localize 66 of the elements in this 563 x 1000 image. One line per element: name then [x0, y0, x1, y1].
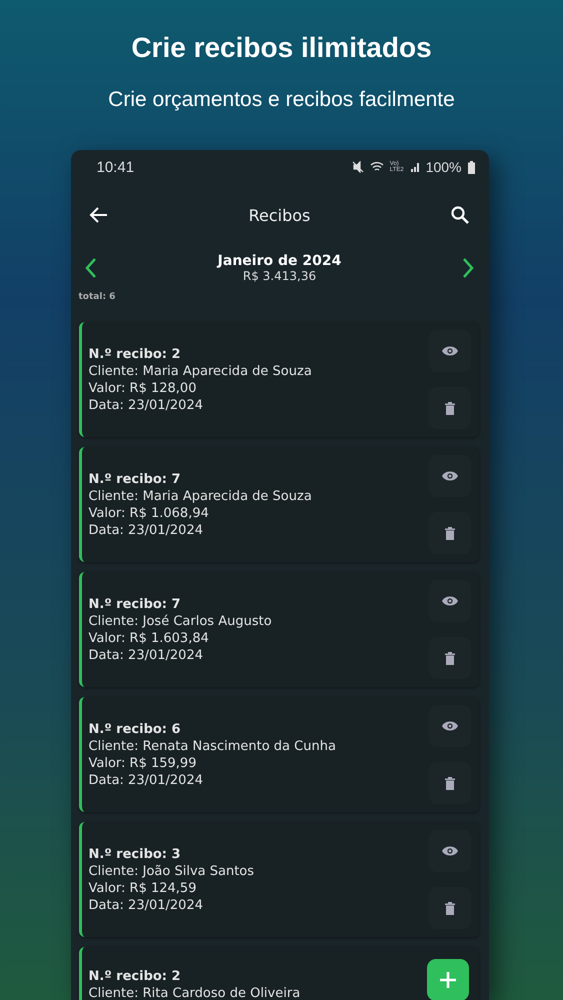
receipt-value: Valor: R$ 159,99	[88, 756, 198, 770]
mute-icon	[352, 161, 364, 173]
view-button[interactable]	[428, 330, 470, 372]
total-count: total: 6	[78, 292, 116, 304]
receipt-card[interactable]: N.º recibo: 2 Cliente: Maria Aparecida de Souza Valor: R$ 128,00 Data: 23/01/2024	[78, 322, 478, 437]
receipt-value: Valor: R$ 128,00	[88, 380, 198, 396]
subheadline: Crie orçamentos e recibos facilmente	[108, 88, 455, 112]
delete-button[interactable]	[428, 512, 470, 554]
receipt-card[interactable]: N.º recibo: 6 Cliente: Renata Nascimento da Cunha Valor: R$ 159,99 Data: 23/01/2024	[78, 697, 478, 812]
headline: Crie recibos ilimitados	[131, 32, 432, 64]
receipt-date: Data: 23/01/2024	[88, 398, 204, 412]
trash-icon	[444, 776, 454, 790]
receipt-date: Data: 23/01/2024	[88, 898, 204, 912]
receipt-client: Cliente: Maria Aparecida de Souza	[88, 488, 312, 504]
trash-icon	[444, 652, 454, 665]
receipt-date: Data: 23/01/2024	[88, 648, 204, 662]
screen-title: Recibos	[248, 206, 310, 224]
receipt-date: Data: 23/01/2024	[88, 772, 204, 788]
delete-button[interactable]	[428, 887, 470, 930]
receipt-value: Valor: R$ 1.068,94	[88, 506, 210, 520]
battery-level: 100%	[426, 159, 462, 175]
delete-button[interactable]	[428, 637, 470, 680]
trash-icon	[444, 526, 454, 540]
next-month-button[interactable]	[460, 256, 476, 280]
receipt-number: N.º recibo: 2	[88, 346, 182, 362]
receipt-number: N.º recibo: 2	[88, 969, 182, 984]
eye-icon	[442, 594, 458, 607]
receipt-date: Data: 23/01/2024	[88, 522, 204, 538]
receipt-value: Valor: R$ 124,59	[88, 880, 198, 896]
receipt-client: Cliente: Maria Aparecida de Souza	[88, 364, 312, 378]
receipt-card[interactable]: N.º recibo: 3 Cliente: João Silva Santos Valor: R$ 124,59 Data: 23/01/2024	[78, 822, 478, 937]
signal-icon	[410, 162, 420, 172]
back-button[interactable]	[88, 205, 108, 225]
status-time: 10:41	[96, 158, 136, 176]
receipt-client: Cliente: Renata Nascimento da Cunha	[88, 738, 336, 754]
receipt-card[interactable]: N.º recibo: 7 Cliente: Maria Aparecida de Souza Valor: R$ 1.068,94 Data: 23/01/2024	[78, 447, 478, 562]
month-label: Janeiro de 2024	[218, 253, 342, 269]
eye-icon	[442, 470, 458, 482]
receipt-client: Cliente: Rita Cardoso de Oliveira	[88, 986, 300, 1000]
view-button[interactable]	[428, 454, 470, 497]
view-button[interactable]	[428, 704, 470, 747]
search-button[interactable]	[450, 205, 470, 225]
delete-button[interactable]	[428, 387, 470, 430]
receipt-card[interactable]: N.º recibo: 2 Cliente: Rita Cardoso de Oliveira	[78, 947, 478, 1000]
receipt-client: Cliente: José Carlos Augusto	[88, 614, 272, 628]
trash-icon	[444, 402, 454, 415]
previous-month-button[interactable]	[82, 256, 98, 280]
eye-icon	[442, 344, 458, 357]
delete-button[interactable]	[428, 762, 470, 804]
receipt-number: N.º recibo: 7	[88, 596, 182, 612]
receipt-value: Valor: R$ 1.603,84	[88, 630, 210, 646]
month-total: R$ 3.413,36	[242, 269, 316, 283]
plus-icon	[438, 971, 456, 989]
receipt-number: N.º recibo: 6	[88, 722, 182, 736]
eye-icon	[442, 720, 458, 732]
view-button[interactable]	[428, 830, 470, 872]
battery-icon	[468, 160, 474, 174]
trash-icon	[444, 902, 454, 915]
eye-icon	[442, 844, 458, 857]
receipt-number: N.º recibo: 7	[88, 472, 182, 486]
view-button[interactable]	[428, 580, 470, 622]
receipt-client: Cliente: João Silva Santos	[88, 864, 254, 878]
receipt-number: N.º recibo: 3	[88, 846, 182, 862]
wifi-icon	[370, 161, 384, 173]
receipt-card[interactable]: N.º recibo: 7 Cliente: José Carlos Augusto Valor: R$ 1.603,84 Data: 23/01/2024	[78, 572, 478, 687]
add-button[interactable]	[426, 959, 468, 1000]
